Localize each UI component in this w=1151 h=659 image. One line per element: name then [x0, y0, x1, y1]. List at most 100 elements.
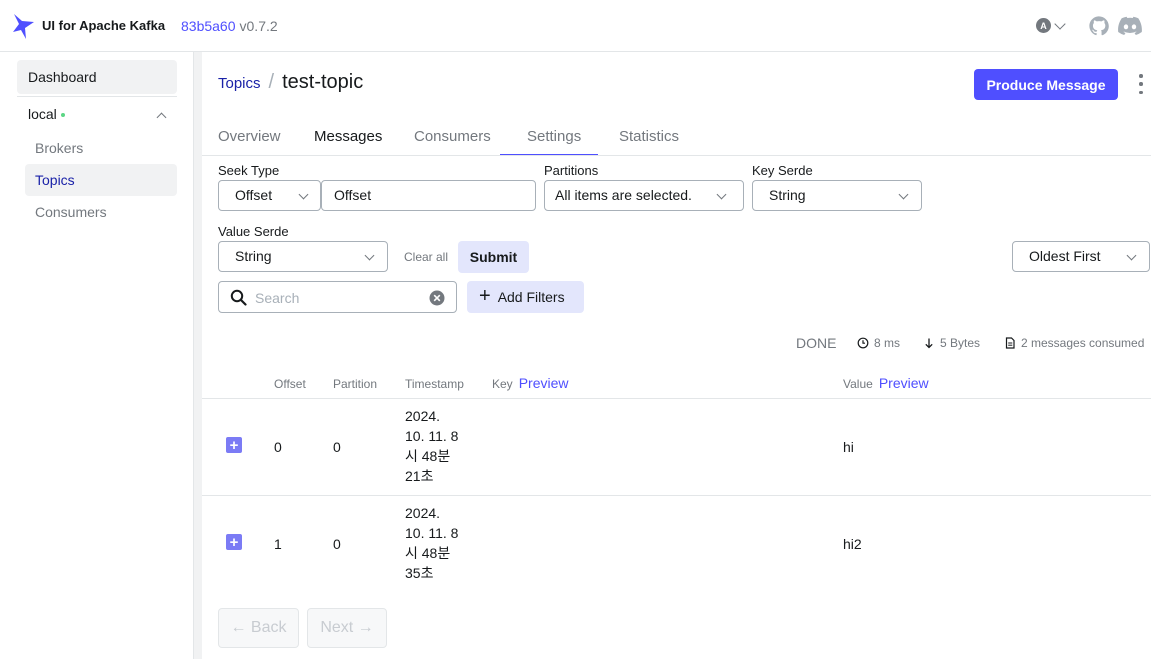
- timestamp-line: 35초: [405, 565, 434, 581]
- submit-button[interactable]: Submit: [458, 241, 529, 273]
- breadcrumb-topics-link[interactable]: Topics: [218, 75, 261, 92]
- next-button[interactable]: Next →: [307, 608, 387, 648]
- key-serde-select[interactable]: String: [752, 180, 922, 211]
- key-header-label: Key: [492, 377, 513, 391]
- more-options-icon[interactable]: [1136, 74, 1146, 94]
- value-serde-value: String: [235, 248, 272, 264]
- tab-consumers[interactable]: Consumers: [414, 128, 491, 145]
- expand-row-icon[interactable]: +: [226, 534, 242, 550]
- column-header-key: Key Preview: [492, 375, 568, 391]
- consumed-value: 2 messages consumed: [1021, 336, 1145, 350]
- cell-partition: 0: [333, 439, 341, 455]
- add-filters-button[interactable]: + Add Filters: [467, 281, 584, 313]
- timestamp-line: 2024.: [405, 408, 441, 424]
- kafka-logo-icon[interactable]: [12, 12, 36, 40]
- file-icon: [1005, 337, 1015, 349]
- plus-icon: +: [479, 284, 491, 307]
- column-header-value: Value Preview: [843, 375, 929, 391]
- column-header-timestamp: Timestamp: [405, 377, 464, 391]
- partitions-select[interactable]: All items are selected.: [544, 180, 744, 211]
- value-serde-select[interactable]: String: [218, 241, 388, 272]
- chevron-down-icon: [1126, 250, 1137, 261]
- key-serde-label: Key Serde: [752, 163, 813, 178]
- seek-type-select[interactable]: Offset: [218, 180, 321, 211]
- sort-order-select[interactable]: Oldest First: [1012, 241, 1150, 272]
- partitions-value: All items are selected.: [555, 187, 692, 203]
- seek-type-value: Offset: [235, 187, 273, 203]
- github-icon[interactable]: [1088, 15, 1110, 37]
- timestamp-line: 2024.: [405, 505, 441, 521]
- cluster-name: local: [28, 106, 57, 122]
- breadcrumb: Topics / test-topic: [218, 71, 363, 94]
- cell-timestamp: 2024. 10. 11. 8 시 48분 21초: [405, 406, 465, 486]
- tab-settings[interactable]: Settings: [527, 128, 581, 145]
- add-filters-label: Add Filters: [497, 289, 565, 305]
- sort-order-value: Oldest First: [1029, 248, 1101, 264]
- search-placeholder: Search: [255, 290, 300, 306]
- clock-icon: [857, 337, 869, 349]
- column-header-partition: Partition: [333, 377, 378, 391]
- key-preview-link[interactable]: Preview: [519, 375, 569, 391]
- tab-statistics[interactable]: Statistics: [619, 128, 679, 145]
- sidebar-item-topics[interactable]: Topics: [25, 164, 177, 196]
- bytes-value: 5 Bytes: [940, 336, 981, 350]
- timestamp-line: 시 48분: [405, 545, 451, 561]
- chevron-down-icon: [716, 189, 727, 200]
- top-bar: UI for Apache Kafka 83b5a60 v0.7.2 A: [0, 0, 1151, 52]
- cell-value: hi2: [843, 536, 862, 552]
- row-divider: [202, 495, 1151, 496]
- active-tab-indicator: [500, 154, 598, 155]
- sidebar-resize-handle[interactable]: [194, 52, 202, 659]
- user-menu[interactable]: A: [1036, 17, 1066, 33]
- app-title[interactable]: UI for Apache Kafka: [42, 18, 165, 33]
- chevron-down-icon: [364, 250, 375, 261]
- version-info: 83b5a60 v0.7.2: [181, 18, 278, 34]
- sidebar-item-dashboard[interactable]: Dashboard: [17, 60, 177, 94]
- seek-type-label: Seek Type: [218, 163, 280, 178]
- expand-row-icon[interactable]: +: [226, 437, 242, 453]
- value-header-label: Value: [843, 377, 873, 391]
- discord-icon[interactable]: [1118, 16, 1142, 36]
- consumed-stat: 2 messages consumed: [1004, 336, 1144, 350]
- cell-value: hi: [843, 439, 854, 455]
- table-header-divider: [202, 398, 1151, 399]
- cell-offset: 0: [274, 439, 282, 455]
- sidebar-item-brokers[interactable]: Brokers: [25, 132, 177, 164]
- produce-message-button[interactable]: Produce Message: [974, 69, 1118, 100]
- timestamp-line: 21초: [405, 468, 434, 484]
- breadcrumb-separator: /: [268, 71, 275, 93]
- clear-all-button[interactable]: Clear all: [404, 250, 448, 264]
- search-input[interactable]: Search: [218, 281, 457, 313]
- sidebar-cluster-local[interactable]: local: [17, 104, 177, 128]
- version-label: v0.7.2: [239, 18, 278, 34]
- bytes-stat: 5 Bytes: [923, 336, 980, 350]
- cell-offset: 1: [274, 536, 282, 552]
- timestamp-line: 10. 11. 8: [405, 525, 459, 541]
- seek-offset-input[interactable]: Offset: [321, 180, 536, 211]
- value-serde-label: Value Serde: [218, 224, 289, 239]
- sidebar-divider: [17, 96, 177, 97]
- chevron-up-icon: [156, 112, 167, 123]
- partitions-label: Partitions: [544, 163, 599, 178]
- arrow-down-icon: [925, 338, 933, 349]
- chevron-down-icon: [898, 189, 909, 200]
- online-status-icon: [60, 113, 65, 118]
- consume-status: DONE: [796, 335, 837, 351]
- tab-messages[interactable]: Messages: [314, 128, 382, 145]
- clear-search-icon[interactable]: [429, 290, 445, 306]
- value-preview-link[interactable]: Preview: [879, 375, 929, 391]
- chevron-down-icon: [298, 189, 309, 200]
- cell-partition: 0: [333, 536, 341, 552]
- timestamp-line: 시 48분: [405, 448, 451, 464]
- user-avatar-icon: A: [1036, 18, 1051, 33]
- sidebar-item-consumers[interactable]: Consumers: [25, 196, 177, 228]
- commit-link[interactable]: 83b5a60: [181, 18, 236, 34]
- key-serde-value: String: [769, 187, 806, 203]
- search-icon: [230, 289, 247, 306]
- tab-overview[interactable]: Overview: [218, 128, 281, 145]
- topic-tabs: Overview Messages Consumers Settings Sta…: [202, 118, 1151, 156]
- elapsed-stat: 8 ms: [857, 336, 900, 350]
- timestamp-line: 10. 11. 8: [405, 428, 459, 444]
- back-button[interactable]: ← Back: [218, 608, 299, 648]
- page-title: test-topic: [282, 71, 364, 93]
